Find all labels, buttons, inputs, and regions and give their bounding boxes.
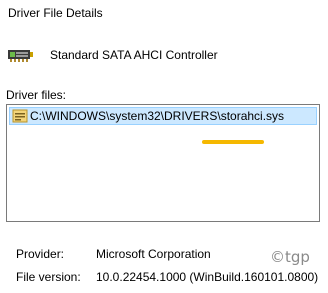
driver-file-path: C:\WINDOWS\system32\DRIVERS\storahci.sys	[30, 109, 285, 123]
driver-file-details-dialog: Driver File Details Standard SATA AHCI C…	[0, 0, 328, 293]
provider-value: Microsoft Corporation	[96, 247, 211, 261]
highlight-underline	[202, 140, 264, 144]
driver-files-label: Driver files:	[6, 88, 67, 102]
driver-files-list[interactable]: C:\WINDOWS\system32\DRIVERS\storahci.sys	[6, 104, 320, 222]
file-version-label: File version:	[16, 270, 81, 284]
device-name: Standard SATA AHCI Controller	[50, 48, 218, 62]
provider-label: Provider:	[16, 247, 65, 261]
device-header: Standard SATA AHCI Controller	[6, 44, 218, 66]
file-version-value: 10.0.22454.1000 (WinBuild.160101.0800)	[96, 270, 319, 284]
storage-controller-icon	[6, 44, 34, 66]
list-item[interactable]: C:\WINDOWS\system32\DRIVERS\storahci.sys	[9, 107, 317, 125]
watermark: ©tgp	[270, 248, 310, 266]
dialog-title: Driver File Details	[8, 6, 103, 20]
driver-file-icon	[12, 109, 28, 123]
